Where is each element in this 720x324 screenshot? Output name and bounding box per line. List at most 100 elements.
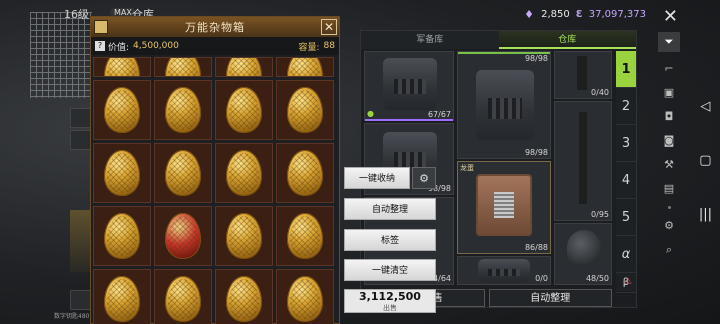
popup-header: 万能杂物箱 ✕: [91, 17, 339, 37]
item-backpack-b[interactable]: 0/0: [457, 256, 551, 285]
rifle-image: [579, 112, 587, 204]
tag-button[interactable]: 标签: [344, 229, 436, 251]
coin-count: 37,097,373: [588, 9, 646, 20]
character-figure: [70, 210, 92, 272]
gem-count: 2,850: [541, 9, 570, 20]
filter-icon[interactable]: ⏷: [658, 32, 680, 52]
android-nav: ◁ ▢ |||: [699, 100, 712, 222]
bag-icon[interactable]: ◘: [661, 110, 677, 124]
egg-slot[interactable]: [93, 57, 151, 77]
sell-button[interactable]: 3,112,500 出售: [344, 289, 436, 313]
nav-recents-icon[interactable]: |||: [699, 208, 712, 222]
item-crate[interactable]: 龙蛋 86/88: [457, 161, 551, 254]
golden-dragon-egg-icon: [287, 276, 323, 322]
left-slot-1[interactable]: [70, 108, 92, 128]
egg-slot[interactable]: [215, 206, 273, 266]
page-tab-3[interactable]: 3: [616, 125, 636, 162]
tab-armory[interactable]: 军备库: [361, 31, 499, 49]
close-icon[interactable]: ✕: [663, 6, 678, 27]
egg-slot[interactable]: [93, 80, 151, 140]
item-tag: 龙蛋: [460, 164, 474, 172]
page-tab-4[interactable]: 4: [616, 162, 636, 199]
separator-dot: [667, 206, 671, 209]
page-tab-5[interactable]: 5: [616, 199, 636, 236]
rarity-bar: [365, 119, 453, 121]
item-count: 0/95: [591, 210, 609, 219]
golden-dragon-egg-icon: [165, 87, 201, 133]
auto-sort-button[interactable]: 自动整理: [344, 198, 436, 220]
left-slot-2[interactable]: [70, 130, 92, 150]
nav-home-icon[interactable]: ▢: [699, 154, 711, 168]
item-rifle[interactable]: 0/95: [554, 101, 612, 221]
egg-slot[interactable]: [276, 80, 334, 140]
item-vest-1[interactable]: ● 67/67: [364, 51, 454, 121]
golden-dragon-egg-icon: [165, 58, 201, 76]
golden-dragon-egg-icon: [165, 276, 201, 322]
backpack-image: [478, 259, 530, 283]
item-count: 0/0: [535, 274, 548, 283]
page-tab-2[interactable]: 2: [616, 88, 636, 125]
egg-slot[interactable]: [154, 143, 212, 203]
egg-slot[interactable]: [154, 57, 212, 77]
search-icon[interactable]: ⌕: [661, 243, 677, 257]
egg-slot[interactable]: [154, 269, 212, 324]
golden-dragon-egg-icon: [226, 276, 262, 322]
help-icon[interactable]: ?: [95, 41, 105, 51]
egg-slot[interactable]: [93, 143, 151, 203]
left-slot-3[interactable]: [70, 290, 92, 310]
egg-slot[interactable]: [276, 269, 334, 324]
golden-dragon-egg-icon: [226, 58, 262, 76]
settings-icon[interactable]: ⚙: [661, 219, 677, 233]
price-value: 4,500,000: [133, 41, 179, 51]
golden-dragon-egg-icon: [165, 150, 201, 196]
capacity-label: 容量:: [298, 42, 320, 53]
vest-image: [476, 70, 534, 140]
item-count: 67/67: [427, 110, 451, 119]
warning-icon: ⚠: [623, 277, 632, 287]
egg-slot[interactable]: [276, 206, 334, 266]
red-dragon-egg-icon: [165, 213, 201, 259]
camera-icon[interactable]: ◙: [661, 134, 677, 148]
sell-label: 出售: [383, 304, 397, 312]
page-tab-1[interactable]: 1: [616, 51, 636, 88]
item-helmet[interactable]: 48/50: [554, 223, 612, 285]
egg-slot[interactable]: [93, 206, 151, 266]
settings-icon[interactable]: ⚙: [412, 167, 436, 189]
egg-slot[interactable]: [215, 57, 273, 77]
egg-slot[interactable]: [215, 80, 273, 140]
golden-dragon-egg-icon: [226, 213, 262, 259]
tab-warehouse[interactable]: 仓库: [498, 31, 636, 49]
egg-slot[interactable]: [215, 143, 273, 203]
golden-dragon-egg-icon: [287, 213, 323, 259]
capacity-value: 88: [323, 41, 335, 51]
card-icon[interactable]: ▤: [661, 182, 677, 196]
egg-slot[interactable]: [276, 57, 334, 77]
golden-dragon-egg-icon: [104, 213, 140, 259]
golden-dragon-egg-icon: [226, 87, 262, 133]
egg-grid: [93, 57, 337, 324]
item-top[interactable]: 0/40: [554, 51, 612, 99]
popup-title: 万能杂物箱: [185, 21, 245, 34]
egg-slot[interactable]: [215, 269, 273, 324]
right-sidebar: ⏷ ⌐ ▣ ◘ ◙ ⚒ ▤ ⚙ ⌕: [658, 32, 680, 257]
egg-slot[interactable]: [154, 80, 212, 140]
nav-back-icon[interactable]: ◁: [700, 100, 710, 114]
egg-slot[interactable]: [276, 143, 334, 203]
egg-slot[interactable]: [154, 206, 212, 266]
golden-dragon-egg-icon: [104, 150, 140, 196]
collect-all-button[interactable]: 一键收纳: [344, 167, 410, 189]
item-vest-2[interactable]: 98/98 98/98: [457, 51, 551, 159]
currency-bar: ♦ 2,850 Ɛ 37,097,373: [524, 9, 646, 20]
pistol-icon[interactable]: ⌐: [661, 62, 677, 76]
close-icon[interactable]: ✕: [321, 19, 337, 35]
auto-sort-storage-button[interactable]: 自动整理: [488, 289, 612, 307]
armor-icon[interactable]: ▣: [661, 86, 677, 100]
clear-all-button[interactable]: 一键清空: [344, 259, 436, 281]
item-count: 98/98: [524, 148, 548, 157]
page-tabs: 1 2 3 4 5 α β: [616, 51, 636, 293]
egg-slot[interactable]: [93, 269, 151, 324]
page-tab-alpha[interactable]: α: [616, 236, 636, 273]
wrench-icon[interactable]: ⚒: [661, 158, 677, 172]
item-count: 86/88: [524, 243, 548, 252]
golden-dragon-egg-icon: [104, 58, 140, 76]
